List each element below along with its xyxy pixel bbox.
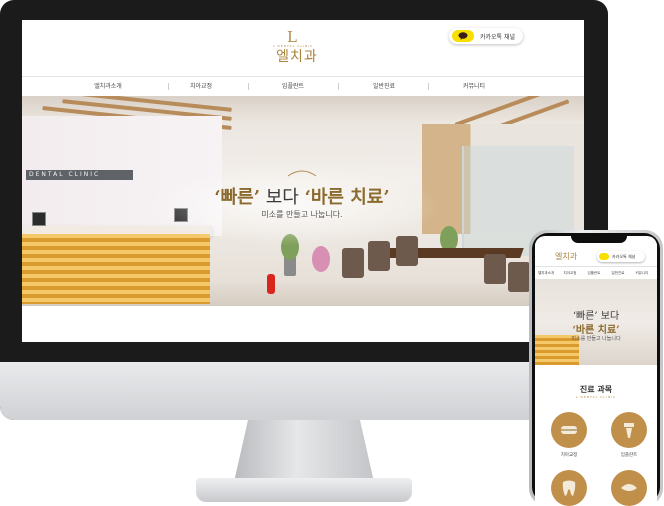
mobile-kakao-label: 카카오톡 채널 — [612, 254, 636, 259]
mobile-hero-headline-2: ‘바른 치료’ — [572, 325, 620, 336]
monitor-stand — [234, 420, 374, 482]
service-label-orthodontics: 치아교정 — [560, 453, 578, 458]
chair — [342, 248, 364, 278]
implant-icon — [624, 423, 634, 438]
mobile-hero: ‘빠른’ 보다 ‘바른 치료’ 미소를 만들고 나눕니다 — [535, 279, 657, 365]
mobile-screen: 엘치과 카카오톡 채널 엘치과소개 치아교정 임플란트 일반진료 커뮤니티 ‘빠… — [535, 236, 657, 506]
mobile-nav-general[interactable]: 일반진료 — [605, 267, 631, 279]
logo-text[interactable]: 엘치과 — [262, 46, 332, 66]
services-subtitle: L DENTAL CLINIC — [575, 395, 617, 399]
mobile-nav-implant[interactable]: 임플란트 — [581, 267, 607, 279]
service-general[interactable] — [551, 470, 587, 506]
flower-plant — [312, 246, 330, 272]
mobile-logo[interactable]: 엘치과 — [555, 251, 577, 262]
services-title: 진료 과목 — [579, 385, 613, 394]
kakao-chat-icon — [599, 253, 609, 260]
phone-notch — [571, 236, 627, 243]
hero-headline-fast: ‘빠른’ — [214, 187, 260, 208]
fire-extinguisher — [267, 274, 275, 294]
mobile-hero-headline-1: ‘빠른’ 보다 — [572, 311, 620, 322]
hero-headline-than: 보다 — [265, 187, 299, 208]
chair — [484, 254, 506, 284]
service-label-implant: 임플란트 — [620, 453, 638, 458]
nav-item-general[interactable]: 일반진료 — [339, 77, 429, 96]
main-nav: 엘치과소개 치아교정 임플란트 일반진료 커뮤니티 — [22, 76, 584, 97]
mobile-nav-community[interactable]: 커뮤니티 — [629, 267, 655, 279]
mobile-kakao-button[interactable]: 카카오톡 채널 — [597, 251, 645, 262]
braces-icon — [561, 426, 577, 434]
desktop-screen: L L DENTAL CLINIC 엘치과 카카오톡 채널 엘치과소개 치아교정… — [22, 20, 584, 342]
mobile-nav-about[interactable]: 엘치과소개 — [535, 267, 559, 279]
hero-headline-right: ‘바른 치료’ — [304, 187, 390, 208]
reception-monitor — [32, 212, 46, 226]
nav-item-implant[interactable]: 임플란트 — [248, 77, 338, 96]
mobile-nav-orthodontics[interactable]: 치아교정 — [557, 267, 583, 279]
chair — [508, 262, 530, 292]
hero-headline: ‘빠른’ 보다 ‘바른 치료’ — [182, 183, 422, 209]
nav-item-orthodontics[interactable]: 치아교정 — [156, 77, 246, 96]
kakao-channel-button[interactable]: 카카오톡 채널 — [449, 28, 523, 44]
nav-item-about[interactable]: 엘치과소개 — [63, 77, 153, 96]
kakao-channel-label: 카카오톡 채널 — [480, 34, 516, 41]
monitor-stand-base — [196, 478, 412, 502]
service-implant[interactable] — [611, 412, 647, 448]
hero-decoration-icon — [287, 170, 317, 177]
service-orthodontics[interactable] — [551, 412, 587, 448]
clinic-signage: DENTAL CLINIC — [26, 170, 133, 180]
monitor-chin — [0, 362, 608, 420]
mobile-hero-subtext: 미소를 만들고 나눕니다 — [571, 336, 621, 342]
site-header: L L DENTAL CLINIC 엘치과 카카오톡 채널 — [22, 20, 584, 76]
mobile-nav: 엘치과소개 치아교정 임플란트 일반진료 커뮤니티 — [535, 266, 657, 280]
hero-subtext: 미소를 만들고 나눕니다. — [261, 210, 343, 219]
phone-viewport: 엘치과 카카오톡 채널 엘치과소개 치아교정 임플란트 일반진료 커뮤니티 ‘빠… — [532, 233, 660, 506]
nav-item-community[interactable]: 커뮤니티 — [429, 77, 519, 96]
kakao-chat-icon — [452, 30, 474, 42]
hero-banner: DENTAL CLINIC ‘빠른’ 보다 ‘바른 치료’ 미소를 만들고 나눕… — [22, 96, 584, 306]
mobile-header: 엘치과 카카오톡 채널 — [535, 243, 657, 265]
tooth-icon — [562, 480, 576, 496]
denture-icon — [621, 484, 637, 491]
service-denture[interactable] — [611, 470, 647, 506]
